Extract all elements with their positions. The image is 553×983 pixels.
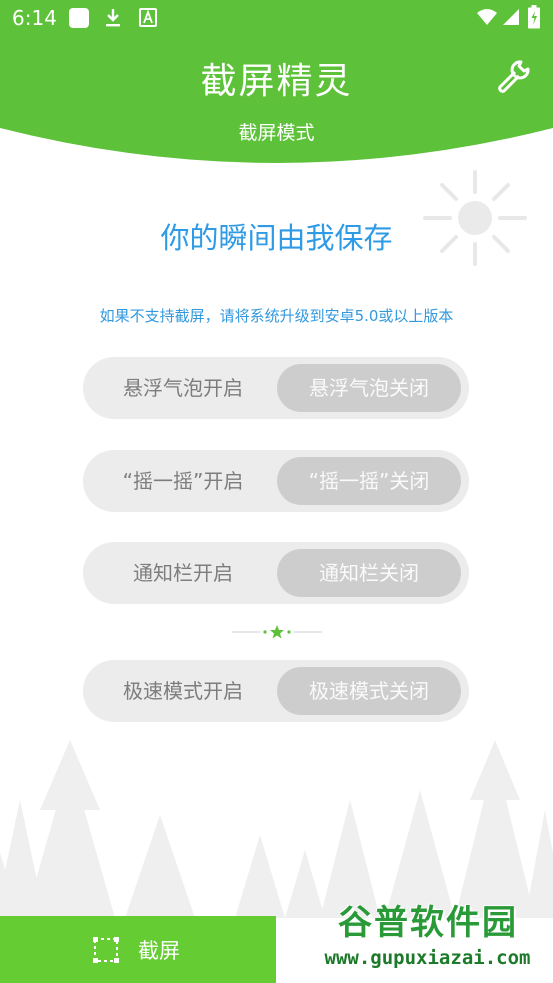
app-title: 截屏精灵: [200, 61, 353, 102]
turbo-mode-toggle[interactable]: 极速模式开启 极速模式关闭: [83, 660, 469, 722]
turbo-mode-on-button[interactable]: 极速模式开启: [83, 660, 283, 722]
shake-toggle[interactable]: “摇一摇”开启 “摇一摇”关闭: [83, 450, 469, 512]
watermark-logo: 谷普软件园 www.gupuxiazai.com: [302, 893, 553, 983]
square-notification-icon: [69, 8, 89, 28]
download-icon: [106, 9, 120, 27]
watermark-title: 谷普软件园: [338, 903, 518, 943]
shake-off-button[interactable]: “摇一摇”关闭: [277, 457, 461, 505]
shake-on-button[interactable]: “摇一摇”开启: [83, 450, 283, 512]
selection-frame-icon: [93, 937, 119, 963]
star-divider-icon: [232, 625, 322, 639]
floating-bubble-on-button[interactable]: 悬浮气泡开启: [83, 357, 283, 419]
battery-icon: [528, 5, 540, 29]
slogan: 你的瞬间由我保存: [160, 221, 393, 255]
font-a-icon: [139, 8, 157, 27]
notification-bar-toggle[interactable]: 通知栏开启 通知栏关闭: [83, 542, 469, 604]
capture-button[interactable]: 截屏: [0, 916, 276, 983]
upgrade-hint: 如果不支持截屏，请将系统升级到安卓5.0或以上版本: [99, 307, 454, 325]
pine-trees-decoration: [0, 740, 553, 918]
floating-bubble-off-button[interactable]: 悬浮气泡关闭: [277, 364, 461, 412]
wifi-icon: [477, 9, 497, 25]
status-bar: 6:14: [0, 0, 553, 38]
wrench-icon[interactable]: [494, 56, 534, 96]
status-time: 6:14: [12, 6, 57, 30]
notification-bar-off-button[interactable]: 通知栏关闭: [277, 549, 461, 597]
watermark-url: www.gupuxiazai.com: [324, 947, 531, 969]
mode-label[interactable]: 截屏模式: [0, 118, 553, 145]
notification-bar-on-button[interactable]: 通知栏开启: [83, 542, 283, 604]
turbo-mode-off-button[interactable]: 极速模式关闭: [277, 667, 461, 715]
capture-label: 截屏: [138, 939, 180, 963]
signal-icon: [503, 9, 519, 25]
floating-bubble-toggle[interactable]: 悬浮气泡开启 悬浮气泡关闭: [83, 357, 469, 419]
